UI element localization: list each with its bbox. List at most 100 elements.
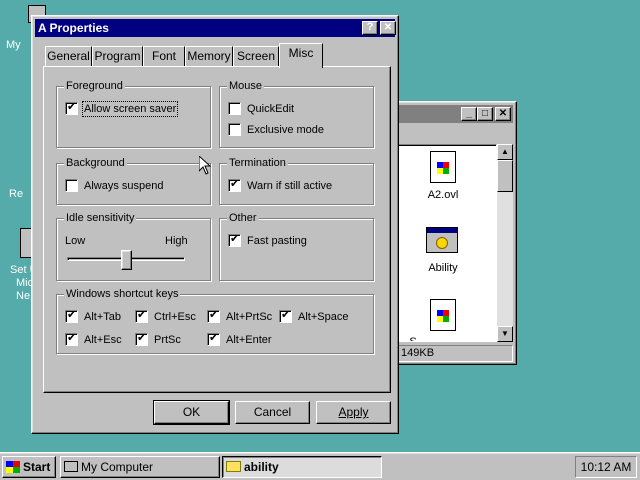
checkbox-label: Warn if still active (247, 179, 333, 192)
tab-memory[interactable]: Memory (185, 46, 233, 67)
group-title: Idle sensitivity (64, 211, 137, 225)
quickedit-checkbox[interactable]: QuickEdit (228, 102, 294, 115)
ctrl-esc-checkbox[interactable]: Ctrl+Esc (135, 309, 196, 323)
apply-button[interactable]: Apply (316, 401, 391, 424)
other-group: Other Fast pasting (219, 211, 374, 281)
checkbox-label: Always suspend (84, 179, 164, 192)
idle-sensitivity-group: Idle sensitivity Low High (56, 211, 211, 281)
cancel-button[interactable]: Cancel (235, 401, 310, 424)
checkbox-box (228, 123, 241, 136)
maximize-button[interactable]: □ (477, 107, 493, 121)
properties-dialog[interactable]: A Properties ? ✕ General Program Font Me… (31, 15, 399, 434)
windows-logo-icon (6, 461, 20, 473)
folder-window-titlebar[interactable]: _ □ ✕ (396, 105, 513, 123)
tab-misc[interactable]: Misc (279, 43, 323, 68)
close-button[interactable]: ✕ (495, 107, 511, 121)
help-button[interactable]: ? (362, 21, 378, 35)
windows-file-icon[interactable] (430, 299, 456, 331)
allow-screen-saver-checkbox[interactable]: Allow screen saver (65, 100, 179, 117)
slider-low-label: Low (65, 235, 86, 247)
dialog-title: A Properties (38, 21, 109, 35)
checkbox-label: Alt+Tab (84, 310, 121, 323)
desktop-icon-label: Re (9, 188, 24, 200)
checkbox-box (135, 309, 148, 323)
file-label[interactable]: S (398, 336, 448, 341)
file-label[interactable]: Ability (408, 262, 478, 274)
group-title: Mouse (227, 79, 265, 93)
mouse-cursor-icon (199, 156, 211, 175)
file-list: A2.ovl Ability S (397, 144, 497, 342)
idle-slider-thumb[interactable] (121, 250, 132, 270)
group-title: Termination (227, 156, 288, 170)
tab-screen[interactable]: Screen (233, 46, 279, 67)
scroll-up-button[interactable]: ▲ (497, 144, 513, 160)
folder-icon (226, 461, 241, 472)
exclusive-mode-checkbox[interactable]: Exclusive mode (228, 123, 324, 136)
group-title: Windows shortcut keys (64, 287, 181, 301)
checkbox-label: Alt+Space (298, 310, 349, 323)
taskbar-item-label: My Computer (81, 460, 154, 474)
fast-pasting-checkbox[interactable]: Fast pasting (228, 233, 307, 247)
alt-tab-checkbox[interactable]: Alt+Tab (65, 309, 121, 323)
always-suspend-checkbox[interactable]: Always suspend (65, 179, 164, 192)
ok-button[interactable]: OK (153, 400, 230, 425)
checkbox-label: Exclusive mode (247, 123, 325, 136)
vertical-scrollbar[interactable]: ▲ ▼ (497, 144, 513, 342)
checkbox-box (228, 233, 241, 247)
taskbar-item-ability[interactable]: ability (222, 456, 382, 478)
checkbox-box (65, 179, 78, 192)
windows-file-icon[interactable] (430, 151, 456, 183)
checkbox-box (65, 101, 78, 115)
checkbox-label: Ctrl+Esc (154, 310, 196, 323)
checkbox-box (207, 309, 220, 323)
foreground-group: Foreground Allow screen saver (56, 79, 211, 148)
program-settings-icon[interactable] (426, 227, 458, 253)
checkbox-label: PrtSc (154, 333, 181, 346)
slider-high-label: High (165, 235, 188, 247)
checkbox-box (65, 309, 78, 323)
desktop-icon-label: My (6, 39, 21, 51)
alt-esc-checkbox[interactable]: Alt+Esc (65, 332, 122, 346)
alt-space-checkbox[interactable]: Alt+Space (279, 309, 349, 323)
tab-program[interactable]: Program (92, 46, 143, 67)
checkbox-box (228, 178, 241, 192)
taskbar-item-label: ability (244, 460, 279, 474)
system-tray-clock[interactable]: 10:12 AM (575, 456, 637, 478)
file-label[interactable]: A2.ovl (408, 189, 478, 201)
checkbox-box (65, 332, 78, 346)
close-button[interactable]: ✕ (380, 21, 396, 35)
misc-tab-panel: Foreground Allow screen saver Mouse Quic… (43, 66, 391, 393)
checkbox-label: Alt+PrtSc (226, 310, 273, 323)
group-title: Foreground (64, 79, 125, 93)
termination-group: Termination Warn if still active (219, 156, 374, 205)
minimize-button[interactable]: _ (461, 107, 477, 121)
checkbox-label: Alt+Esc (84, 333, 122, 346)
tab-font[interactable]: Font (143, 46, 185, 67)
computer-icon (64, 461, 78, 472)
warn-if-active-checkbox[interactable]: Warn if still active (228, 178, 333, 192)
mouse-group: Mouse QuickEdit Exclusive mode (219, 79, 374, 148)
taskbar-item-my-computer[interactable]: My Computer (60, 456, 220, 478)
background-group: Background Always suspend (56, 156, 211, 205)
tab-general[interactable]: General (45, 46, 92, 67)
checkbox-box (207, 332, 220, 346)
checkbox-label: Alt+Enter (226, 333, 272, 346)
shortcut-keys-group: Windows shortcut keys Alt+Tab Ctrl+Esc A… (56, 287, 374, 354)
checkbox-label: Fast pasting (247, 234, 307, 247)
scroll-thumb[interactable] (497, 160, 513, 192)
scroll-down-button[interactable]: ▼ (497, 326, 513, 342)
alt-prtsc-checkbox[interactable]: Alt+PrtSc (207, 309, 273, 323)
start-button[interactable]: Start (2, 456, 56, 478)
group-title: Background (64, 156, 127, 170)
checkbox-label: QuickEdit (247, 102, 295, 115)
prtsc-checkbox[interactable]: PrtSc (135, 332, 181, 346)
group-title: Other (227, 211, 259, 225)
status-bar-size: 149KB (397, 345, 513, 362)
desktop-icon-label: Ne (16, 290, 31, 302)
alt-enter-checkbox[interactable]: Alt+Enter (207, 332, 272, 346)
start-label: Start (23, 460, 51, 474)
dialog-titlebar[interactable]: A Properties ? ✕ (35, 19, 396, 37)
checkbox-box (135, 332, 148, 346)
taskbar: Start My Computer ability 10:12 AM (0, 452, 640, 480)
ability-folder-window[interactable]: _ □ ✕ A2.ovl Ability S ▲ ▼ 149KB (392, 101, 517, 365)
